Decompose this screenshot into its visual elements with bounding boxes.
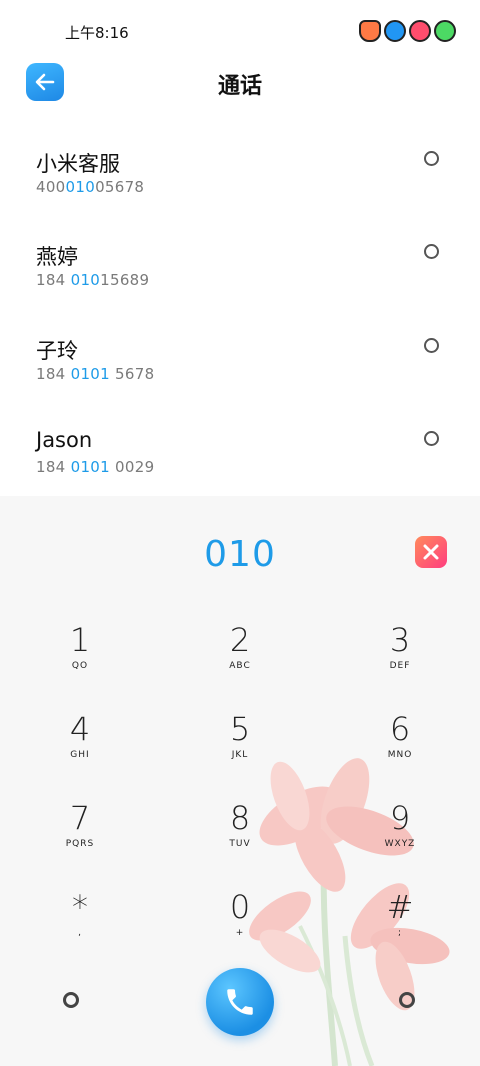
call-button[interactable] (206, 968, 274, 1036)
key-7[interactable]: 7 PQRS (20, 800, 140, 870)
app-notification-icon-4 (434, 20, 456, 42)
dial-input[interactable]: 010 (0, 534, 480, 575)
key-hash[interactable]: # ; (340, 889, 460, 959)
key-9[interactable]: 9 WXYZ (340, 800, 460, 870)
contact-number: 184 01015689 (36, 271, 150, 290)
menu-button[interactable] (399, 992, 415, 1008)
app-notification-icon-2 (384, 20, 406, 42)
list-item[interactable]: 子玲 184 0101 5678 (0, 307, 480, 400)
contact-name: 燕婷 (36, 245, 78, 270)
select-radio[interactable] (424, 431, 439, 447)
contact-number: 40001005678 (36, 178, 145, 196)
key-0[interactable]: 0 + (180, 889, 300, 959)
key-8[interactable]: 8 TUV (180, 800, 300, 870)
contact-number: 184 0101 0029 (36, 458, 155, 477)
key-1[interactable]: 1 QO (20, 622, 140, 692)
contact-name: 子玲 (36, 338, 78, 363)
header: 通话 (0, 60, 480, 106)
key-3[interactable]: 3 DEF (340, 622, 460, 692)
list-item[interactable]: 小米客服 40001005678 (0, 120, 480, 213)
search-results-list: 小米客服 40001005678 燕婷 184 01015689 子玲 184 … (0, 120, 480, 494)
close-icon (423, 544, 439, 560)
app-notification-icon-3 (409, 20, 431, 42)
contact-name: Jason (36, 428, 93, 453)
status-time: 上午8:16 (65, 24, 129, 42)
status-icons (359, 20, 456, 42)
select-radio[interactable] (424, 151, 439, 166)
phone-icon (227, 989, 253, 1015)
contact-number: 184 0101 5678 (36, 364, 155, 383)
select-radio[interactable] (424, 244, 439, 260)
status-bar: 上午8:16 (0, 0, 480, 60)
app-notification-icon-1 (359, 20, 381, 42)
delete-button[interactable] (415, 536, 447, 568)
contact-name: 小米客服 (36, 152, 120, 176)
page-title: 通话 (217, 74, 262, 99)
key-2[interactable]: 2 ABC (180, 622, 300, 692)
key-star[interactable]: * , (20, 889, 140, 959)
dialer-panel: 010 1 QO 2 ABC 3 DEF 4 GHI 5 JKL 6 MNO 7… (0, 496, 480, 1066)
key-5[interactable]: 5 JKL (180, 711, 300, 781)
key-4[interactable]: 4 GHI (20, 711, 140, 781)
list-item[interactable]: 燕婷 184 01015689 (0, 213, 480, 306)
select-radio[interactable] (424, 337, 439, 353)
list-item[interactable]: Jason 184 0101 0029 (0, 400, 480, 493)
collapse-keypad-button[interactable] (63, 992, 79, 1008)
key-6[interactable]: 6 MNO (340, 711, 460, 781)
